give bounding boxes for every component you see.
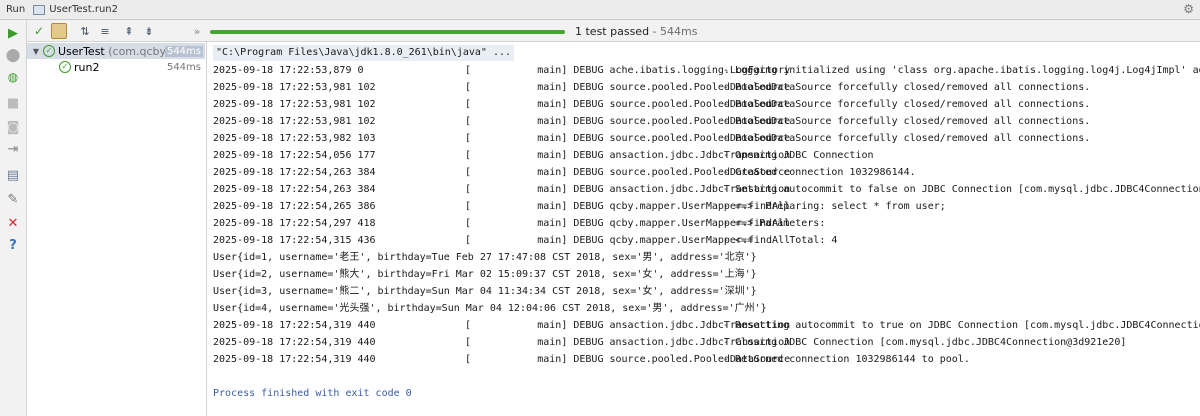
user-record-line: User{id=4, username='光头强', birthday=Sun … bbox=[213, 303, 767, 314]
expand-all-icon[interactable]: ⇞ bbox=[121, 23, 137, 39]
log-msg: - Setting autocommit to false on JDBC Co… bbox=[723, 184, 1200, 195]
show-passed-icon[interactable]: ✓ bbox=[31, 23, 47, 39]
log-ts: 2025-09-18 17:22:53,981 102 bbox=[213, 82, 376, 93]
log-ts: 2025-09-18 17:22:53,879 0 bbox=[213, 65, 364, 76]
user-record-line: User{id=2, username='熊大', birthday=Fri M… bbox=[213, 269, 757, 280]
tree-node-run2[interactable]: ✓ run2 544ms bbox=[27, 59, 205, 75]
run-title-bar: Run UserTest.run2 ⚙ bbox=[0, 0, 1200, 20]
tree-node-root[interactable]: ▼ ✓ UserTest (com.qcby) 544ms bbox=[27, 43, 205, 59]
process-finished-text: Process finished with exit code 0 bbox=[213, 388, 412, 399]
coverage-icon[interactable]: ◍ bbox=[4, 68, 22, 86]
left-toolbar: ▶ ⬤ ◍ ■ ◙ ⇥ ▤ ✎ ✕ ? bbox=[0, 20, 27, 416]
run-config-icon bbox=[33, 4, 46, 15]
test-progress-bar bbox=[210, 30, 565, 34]
log-ts: 2025-09-18 17:22:54,056 177 bbox=[213, 150, 376, 161]
tree-root-package: (com.qcby) bbox=[108, 44, 171, 58]
log-msg: - Opening JDBC Connection bbox=[723, 150, 874, 161]
log-msg: - PooledDataSource forcefully closed/rem… bbox=[723, 116, 1091, 127]
user-record-line: User{id=3, username='熊二', birthday=Sun M… bbox=[213, 286, 757, 297]
tree-child-name: run2 bbox=[74, 60, 100, 74]
gear-icon[interactable]: ⚙ bbox=[1183, 2, 1194, 16]
log-ts: 2025-09-18 17:22:54,315 436 bbox=[213, 235, 376, 246]
test-progress-fill bbox=[210, 30, 565, 34]
help-icon[interactable]: ? bbox=[4, 236, 22, 254]
run-label: Run bbox=[6, 4, 26, 15]
log-msg: - Closing JDBC Connection [com.mysql.jdb… bbox=[723, 337, 1127, 348]
sort-duration-icon[interactable]: ≡ bbox=[97, 23, 113, 39]
log-ts: 2025-09-18 17:22:54,263 384 bbox=[213, 167, 376, 178]
debug-icon[interactable]: ⬤ bbox=[4, 46, 22, 64]
log-ts: 2025-09-18 17:22:54,297 418 bbox=[213, 218, 376, 229]
log-ts: 2025-09-18 17:22:53,981 102 bbox=[213, 99, 376, 110]
log-msg: - PooledDataSource forcefully closed/rem… bbox=[723, 82, 1091, 93]
log-msg: - PooledDataSource forcefully closed/rem… bbox=[723, 133, 1091, 144]
exit-icon[interactable]: ⇥ bbox=[4, 140, 22, 158]
test-duration: - 544ms bbox=[649, 25, 698, 38]
tree-root-time: 544ms bbox=[164, 45, 203, 57]
log-msg: - Created connection 1032986144. bbox=[723, 167, 916, 178]
pass-check-icon: ✓ bbox=[59, 61, 71, 73]
run-tab-title[interactable]: UserTest.run2 bbox=[49, 4, 118, 15]
camera-icon[interactable]: ◙ bbox=[4, 118, 22, 136]
log-msg: - Logging initialized using 'class org.a… bbox=[723, 65, 1200, 76]
log-ts: 2025-09-18 17:22:54,319 440 bbox=[213, 320, 376, 331]
log-msg: - <== Total: 4 bbox=[723, 235, 838, 246]
close-icon[interactable]: ✕ bbox=[4, 214, 22, 232]
rerun-icon[interactable]: ▶ bbox=[4, 24, 22, 42]
test-progress-area: 1 test passed - 544ms bbox=[207, 20, 1200, 42]
sort-alpha-icon[interactable]: ⇅ bbox=[77, 23, 93, 39]
user-record-line: User{id=1, username='老王', birthday=Tue F… bbox=[213, 252, 757, 263]
log-msg: - Returned connection 1032986144 to pool… bbox=[723, 354, 970, 365]
log-ts: 2025-09-18 17:22:53,981 102 bbox=[213, 116, 376, 127]
log-ts: 2025-09-18 17:22:54,265 386 bbox=[213, 201, 376, 212]
log-msg: - ==> Preparing: select * from user; bbox=[723, 201, 946, 212]
console-command[interactable]: "C:\Program Files\Java\jdk1.8.0_261\bin\… bbox=[213, 45, 515, 61]
console-output[interactable]: "C:\Program Files\Java\jdk1.8.0_261\bin\… bbox=[208, 42, 1200, 416]
log-msg: - Resetting autocommit to true on JDBC C… bbox=[723, 320, 1200, 331]
chevron-down-icon[interactable]: ▼ bbox=[31, 47, 41, 56]
log-msg: - ==> Parameters: bbox=[723, 218, 832, 229]
collapse-all-icon[interactable]: ⇟ bbox=[141, 23, 157, 39]
show-ignored-icon[interactable] bbox=[51, 23, 67, 39]
more-icon[interactable]: » bbox=[189, 23, 205, 39]
log-ts: 2025-09-18 17:22:53,982 103 bbox=[213, 133, 376, 144]
log-ts: 2025-09-18 17:22:54,319 440 bbox=[213, 337, 376, 348]
stop-icon[interactable]: ■ bbox=[4, 94, 22, 112]
pin-icon[interactable]: ✎ bbox=[4, 190, 22, 208]
log-ts: 2025-09-18 17:22:54,263 384 bbox=[213, 184, 376, 195]
pass-check-icon: ✓ bbox=[43, 45, 55, 57]
log-msg: - PooledDataSource forcefully closed/rem… bbox=[723, 99, 1091, 110]
test-status-text: 1 test passed bbox=[575, 25, 650, 38]
test-status: 1 test passed - 544ms bbox=[575, 25, 697, 38]
tree-child-time: 544ms bbox=[166, 61, 201, 73]
test-toolbar: ✓ ⇅ ≡ ⇞ ⇟ » bbox=[27, 20, 207, 42]
test-tree: ▼ ✓ UserTest (com.qcby) 544ms ✓ run2 544… bbox=[27, 42, 207, 416]
log-ts: 2025-09-18 17:22:54,319 440 bbox=[213, 354, 376, 365]
layout-icon[interactable]: ▤ bbox=[4, 166, 22, 184]
tree-root-name: UserTest bbox=[58, 44, 105, 58]
